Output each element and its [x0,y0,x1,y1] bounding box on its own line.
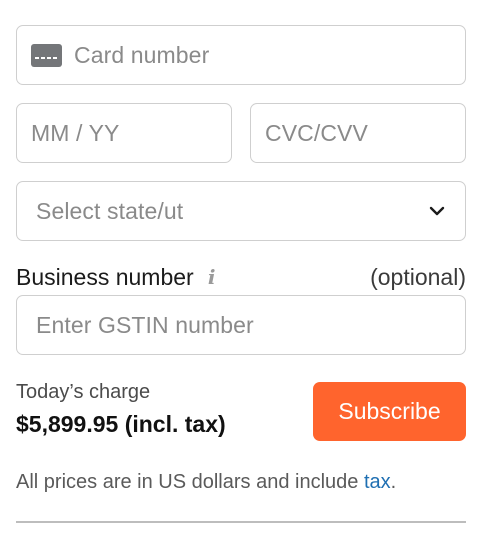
business-number-label: Business number [16,263,194,290]
tax-link[interactable]: tax [364,471,391,493]
subscribe-button[interactable]: Subscribe [313,382,466,441]
info-icon[interactable]: i [205,267,219,287]
card-number-field[interactable]: Card number [16,25,466,85]
cvc-field[interactable]: CVC/CVV [250,103,466,163]
expiry-date-placeholder: MM / YY [31,119,120,146]
gstin-placeholder: Enter GSTIN number [36,311,254,338]
divider [16,521,466,523]
card-number-placeholder: Card number [74,41,210,68]
optional-label: (optional) [370,263,466,290]
gstin-input[interactable]: Enter GSTIN number [16,295,466,355]
chevron-down-icon [429,203,445,219]
footnote-text: All prices are in US dollars and include [16,471,364,493]
pricing-footnote: All prices are in US dollars and include… [16,471,396,494]
state-select-placeholder: Select state/ut [36,197,184,224]
footnote-end: . [390,471,397,493]
todays-charge-label: Today’s charge [16,381,151,403]
cvc-placeholder: CVC/CVV [265,119,368,146]
credit-card-icon [31,43,62,67]
todays-charge-amount: $5,899.95 (incl. tax) [16,411,226,437]
expiry-date-field[interactable]: MM / YY [16,103,232,163]
business-number-label-row: Business number i (optional) [16,262,466,292]
state-select[interactable]: Select state/ut [16,181,466,241]
